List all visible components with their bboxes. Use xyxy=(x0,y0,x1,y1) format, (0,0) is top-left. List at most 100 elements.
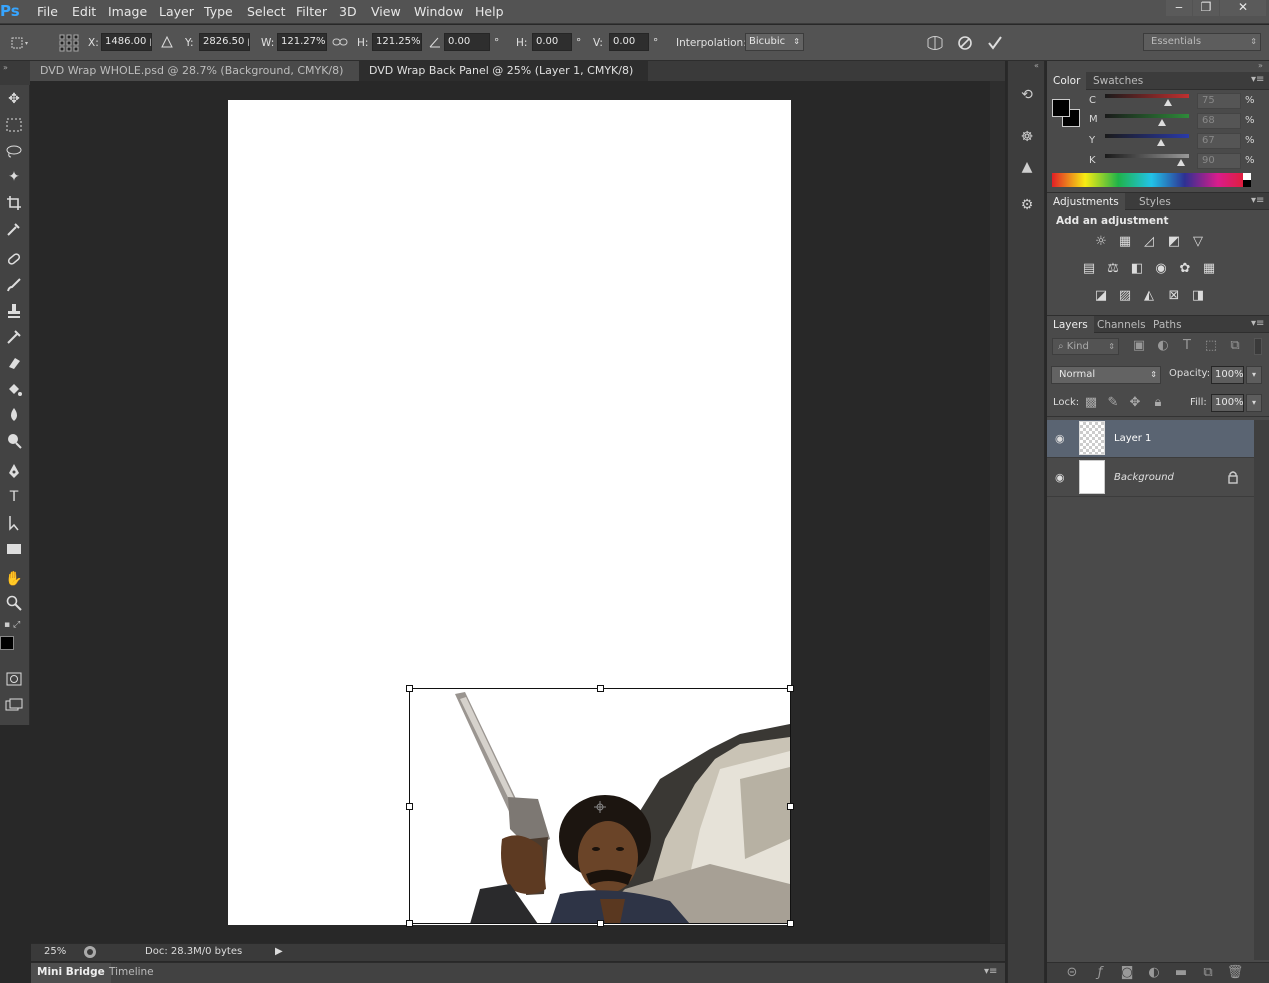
quick-mask-icon[interactable] xyxy=(0,667,28,691)
lock-position-icon[interactable]: ✥ xyxy=(1126,395,1144,411)
transform-handle-bottom-left[interactable] xyxy=(406,920,413,927)
filter-smart-object-icon[interactable]: ⧉ xyxy=(1226,338,1244,354)
commit-transform-icon[interactable] xyxy=(985,33,1005,53)
delta-icon[interactable] xyxy=(160,34,174,50)
status-info-icon[interactable] xyxy=(83,945,97,959)
tab-dvd-wrap-whole[interactable]: DVD Wrap WHOLE.psd @ 28.7% (Background, … xyxy=(30,61,359,97)
tab-layers[interactable]: Layers xyxy=(1047,316,1094,334)
black-white-icon[interactable]: ◧ xyxy=(1128,261,1146,277)
histogram-panel-icon[interactable]: ▲ xyxy=(1015,155,1039,179)
menu-type[interactable]: Type xyxy=(204,4,233,19)
menu-edit[interactable]: Edit xyxy=(72,4,96,19)
color-balance-icon[interactable]: ⚖ xyxy=(1104,261,1122,277)
color-spectrum-bar[interactable] xyxy=(1052,173,1251,187)
menu-filter[interactable]: Filter xyxy=(296,4,327,19)
filter-adjustment-icon[interactable]: ◐ xyxy=(1154,338,1172,354)
swap-colors-icon[interactable]: ▪ ⤢ xyxy=(4,620,26,630)
layer-filter-kind-select[interactable]: ⌕ Kind ⇕ xyxy=(1052,338,1119,355)
panel-menu-icon[interactable]: ▾≡ xyxy=(984,966,997,977)
panel-menu-icon[interactable]: ▾≡ xyxy=(1251,195,1264,206)
tab-adjustments[interactable]: Adjustments xyxy=(1047,193,1125,211)
transform-handle-right[interactable] xyxy=(787,803,794,810)
channel-y-input[interactable]: 67 xyxy=(1197,133,1241,149)
channel-y-thumb[interactable] xyxy=(1157,139,1166,146)
levels-icon[interactable]: ▦ xyxy=(1116,234,1134,250)
channel-c-slider[interactable] xyxy=(1105,94,1189,98)
new-layer-icon[interactable]: ⧉ xyxy=(1199,965,1217,981)
channel-c-thumb[interactable] xyxy=(1164,99,1172,106)
layer-style-icon[interactable]: ƒ xyxy=(1091,965,1109,981)
transform-handle-bottom[interactable] xyxy=(597,920,604,927)
transform-handle-left[interactable] xyxy=(406,803,413,810)
channel-m-input[interactable]: 68 xyxy=(1197,113,1241,129)
panel-menu-icon[interactable]: ▾≡ xyxy=(1251,74,1264,85)
blur-tool-icon[interactable] xyxy=(0,403,28,427)
rectangle-tool-icon[interactable] xyxy=(0,537,28,561)
posterize-icon[interactable]: ▨ xyxy=(1116,288,1134,304)
fill-input[interactable]: 100% xyxy=(1211,394,1244,412)
reference-point-icon[interactable] xyxy=(58,33,80,53)
panel-menu-icon[interactable]: ▾≡ xyxy=(1251,318,1264,329)
menu-layer[interactable]: Layer xyxy=(159,4,194,19)
skew-h-input[interactable]: 0.00 xyxy=(532,33,572,51)
workspace-select[interactable]: Essentials ⇕ xyxy=(1143,33,1261,51)
opacity-dropdown-icon[interactable]: ▾ xyxy=(1246,366,1262,384)
color-lookup-icon[interactable]: ▦ xyxy=(1200,261,1218,277)
vertical-scrollbar[interactable] xyxy=(990,81,1005,943)
channel-m-thumb[interactable] xyxy=(1158,119,1167,126)
curves-icon[interactable]: ◿ xyxy=(1140,234,1158,250)
channel-c-input[interactable]: 75 xyxy=(1197,93,1241,109)
transform-tool-icon[interactable] xyxy=(8,35,30,51)
tab-paths[interactable]: Paths xyxy=(1147,316,1188,334)
y-input[interactable]: 2826.50 p xyxy=(199,33,250,51)
layer-row-layer-1[interactable]: ◉ Layer 1 xyxy=(1047,420,1254,458)
marquee-tool-icon[interactable] xyxy=(0,113,28,137)
tab-swatches[interactable]: Swatches xyxy=(1087,72,1149,90)
transform-handle-top-right[interactable] xyxy=(787,685,794,692)
status-menu-arrow-icon[interactable]: ▶ xyxy=(275,946,283,957)
width-input[interactable]: 121.27% xyxy=(277,33,327,51)
dodge-tool-icon[interactable] xyxy=(0,429,28,453)
close-window-button[interactable]: ✕ xyxy=(1220,0,1266,16)
transform-handle-top[interactable] xyxy=(597,685,604,692)
menu-3d[interactable]: 3D xyxy=(339,4,357,19)
lock-all-icon[interactable]: 🔒︎ xyxy=(1149,395,1167,411)
visibility-eye-icon[interactable]: ◉ xyxy=(1055,471,1069,484)
height-input[interactable]: 121.25% xyxy=(372,33,422,51)
menu-window[interactable]: Window xyxy=(414,4,463,19)
screen-mode-icon[interactable] xyxy=(0,693,28,717)
add-mask-icon[interactable]: ◙ xyxy=(1118,965,1136,981)
brush-tool-icon[interactable] xyxy=(0,273,28,297)
vibrance-icon[interactable]: ▽ xyxy=(1189,234,1207,250)
invert-icon[interactable]: ◪ xyxy=(1092,288,1110,304)
new-group-icon[interactable]: ▬ xyxy=(1172,965,1190,981)
collapse-arrows-icon[interactable]: » xyxy=(1258,61,1263,70)
interpolation-select[interactable]: Bicubic ⇕ xyxy=(745,33,804,51)
color-foreground-swatch[interactable] xyxy=(1052,99,1070,117)
menu-file[interactable]: File xyxy=(37,4,58,19)
link-icon[interactable] xyxy=(332,35,348,49)
brightness-contrast-icon[interactable]: ☼ xyxy=(1092,234,1110,250)
transform-handle-bottom-right[interactable] xyxy=(787,920,794,927)
channel-m-slider[interactable] xyxy=(1105,114,1189,118)
lasso-tool-icon[interactable] xyxy=(0,139,28,163)
visibility-eye-icon[interactable]: ◉ xyxy=(1055,432,1069,445)
zoom-level[interactable]: 25% xyxy=(44,946,66,957)
threshold-icon[interactable]: ◭ xyxy=(1140,288,1158,304)
crop-tool-icon[interactable] xyxy=(0,191,28,215)
hue-saturation-icon[interactable]: ▤ xyxy=(1080,261,1098,277)
cancel-transform-icon[interactable] xyxy=(955,33,975,53)
zoom-tool-icon[interactable] xyxy=(0,591,28,615)
navigator-panel-icon[interactable]: ☸ xyxy=(1015,125,1039,149)
collapse-arrows-icon[interactable]: » xyxy=(3,63,8,72)
foreground-color-swatch[interactable] xyxy=(0,636,14,650)
photo-filter-icon[interactable]: ◉ xyxy=(1152,261,1170,277)
tab-channels[interactable]: Channels xyxy=(1091,316,1152,334)
move-tool-icon[interactable]: ✥ xyxy=(0,87,28,111)
history-panel-icon[interactable]: ⟲ xyxy=(1015,83,1039,107)
channel-y-slider[interactable] xyxy=(1105,134,1189,138)
layer-name[interactable]: Layer 1 xyxy=(1114,433,1151,444)
menu-view[interactable]: View xyxy=(371,4,401,19)
filter-pixel-icon[interactable]: ▣ xyxy=(1130,338,1148,354)
tab-styles[interactable]: Styles xyxy=(1133,193,1177,211)
